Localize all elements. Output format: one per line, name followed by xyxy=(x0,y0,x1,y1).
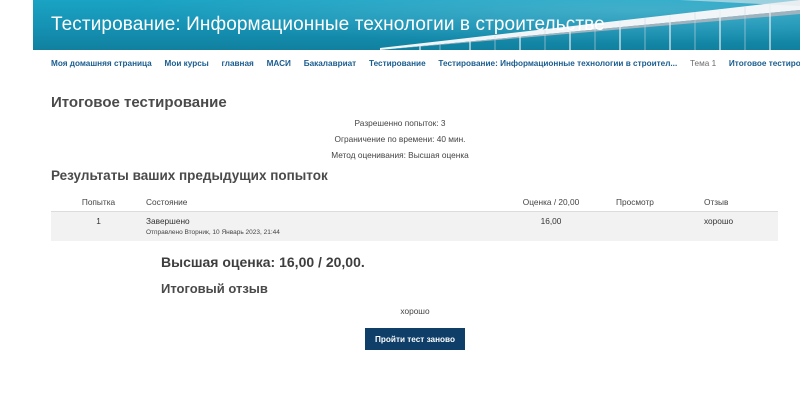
results-section-title: Результаты ваших предыдущих попыток xyxy=(51,168,328,183)
col-state: Состояние xyxy=(146,193,486,212)
col-attempt: Попытка xyxy=(51,193,146,212)
breadcrumb-course[interactable]: Тестирование: Информационные технологии … xyxy=(438,59,677,68)
breadcrumb-masi[interactable]: МАСИ xyxy=(267,59,291,68)
retry-quiz-button[interactable]: Пройти тест заново xyxy=(365,328,465,350)
attempts-allowed: Разрешенно попыток: 3 xyxy=(354,118,446,128)
attempt-feedback: хорошо xyxy=(704,211,778,241)
attempts-table: Попытка Состояние Оценка / 20,00 Просмот… xyxy=(51,193,778,241)
col-review: Просмотр xyxy=(616,193,704,212)
attempt-state-cell: Завершено Отправлено Вторник, 10 Январь … xyxy=(146,211,486,241)
page-title: Итоговое тестирование xyxy=(51,94,227,111)
breadcrumb-my-courses[interactable]: Мои курсы xyxy=(165,59,209,68)
breadcrumb-final-test[interactable]: Итоговое тестирование xyxy=(729,59,800,68)
grading-method: Метод оценивания: Высшая оценка xyxy=(331,150,469,160)
course-title: Тестирование: Информационные технологии … xyxy=(51,14,605,35)
breadcrumb: Моя домашняя страница Мои курсы главная … xyxy=(51,59,800,71)
attempt-review xyxy=(616,211,704,241)
time-limit: Ограничение по времени: 40 мин. xyxy=(334,134,466,144)
col-grade: Оценка / 20,00 xyxy=(486,193,616,212)
attempt-number: 1 xyxy=(51,211,146,241)
table-row: 1 Завершено Отправлено Вторник, 10 Январ… xyxy=(51,211,778,241)
breadcrumb-bachelor[interactable]: Бакалавриат xyxy=(304,59,356,68)
table-header-row: Попытка Состояние Оценка / 20,00 Просмот… xyxy=(51,193,778,212)
col-feedback: Отзыв xyxy=(704,193,778,212)
overall-feedback-title: Итоговый отзыв xyxy=(161,281,268,296)
attempt-submitted: Отправлено Вторник, 10 Январь 2023, 21:4… xyxy=(146,228,280,236)
breadcrumb-main[interactable]: главная xyxy=(222,59,254,68)
course-header-banner: Тестирование: Информационные технологии … xyxy=(33,0,800,50)
highest-grade: Высшая оценка: 16,00 / 20,00. xyxy=(161,254,365,270)
breadcrumb-topic: Тема 1 xyxy=(690,59,717,68)
attempt-state: Завершено xyxy=(146,215,190,226)
overall-feedback-text: хорошо xyxy=(400,306,430,316)
breadcrumb-testing[interactable]: Тестирование xyxy=(369,59,426,68)
attempt-grade: 16,00 xyxy=(486,211,616,241)
breadcrumb-home[interactable]: Моя домашняя страница xyxy=(51,59,152,68)
